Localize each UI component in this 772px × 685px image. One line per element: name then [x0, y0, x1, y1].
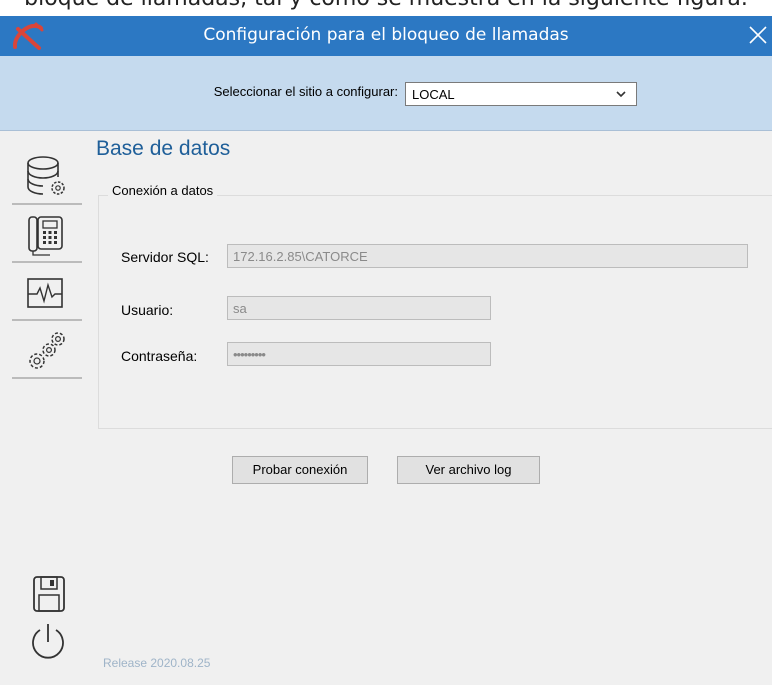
close-icon[interactable] [728, 16, 772, 56]
release-version: Release 2020.08.25 [103, 656, 211, 670]
page-title: Base de datos [96, 137, 231, 160]
chevron-down-icon [616, 91, 626, 98]
document-caption-text: bloque de llamadas, tal y como se muestr… [0, 0, 772, 16]
database-gear-icon [27, 156, 65, 195]
title-bar: Configuración para el bloqueo de llamada… [0, 16, 772, 56]
group-legend: Conexión a datos [108, 183, 218, 198]
sidebar-item-settings[interactable] [12, 323, 82, 379]
sidebar-item-database[interactable] [12, 149, 82, 205]
gears-icon [29, 332, 65, 369]
test-connection-button[interactable]: Probar conexión [232, 456, 368, 484]
view-log-button[interactable]: Ver archivo log [397, 456, 540, 484]
server-label: Servidor SQL: [121, 249, 209, 265]
phone-icon [28, 216, 63, 256]
user-label: Usuario: [121, 302, 174, 318]
sidebar-item-phone[interactable] [12, 207, 82, 263]
site-selector-bar: Seleccionar el sitio a configurar: LOCAL [0, 56, 772, 131]
monitor-pulse-icon [27, 278, 63, 308]
password-field[interactable]: ••••••••• [227, 342, 491, 366]
site-selector-label: Seleccionar el sitio a configurar: [213, 84, 398, 99]
password-label: Contraseña: [121, 348, 198, 364]
server-field[interactable]: 172.16.2.85\CATORCE [227, 244, 748, 268]
config-window: Configuración para el bloqueo de llamada… [0, 16, 772, 685]
sidebar-item-monitor[interactable] [12, 265, 82, 321]
site-select[interactable]: LOCAL [405, 82, 637, 106]
user-field[interactable]: sa [227, 296, 491, 320]
site-select-value: LOCAL [412, 87, 455, 102]
power-icon[interactable] [26, 620, 70, 664]
window-title: Configuración para el bloqueo de llamada… [203, 25, 569, 45]
save-icon[interactable] [30, 573, 70, 615]
